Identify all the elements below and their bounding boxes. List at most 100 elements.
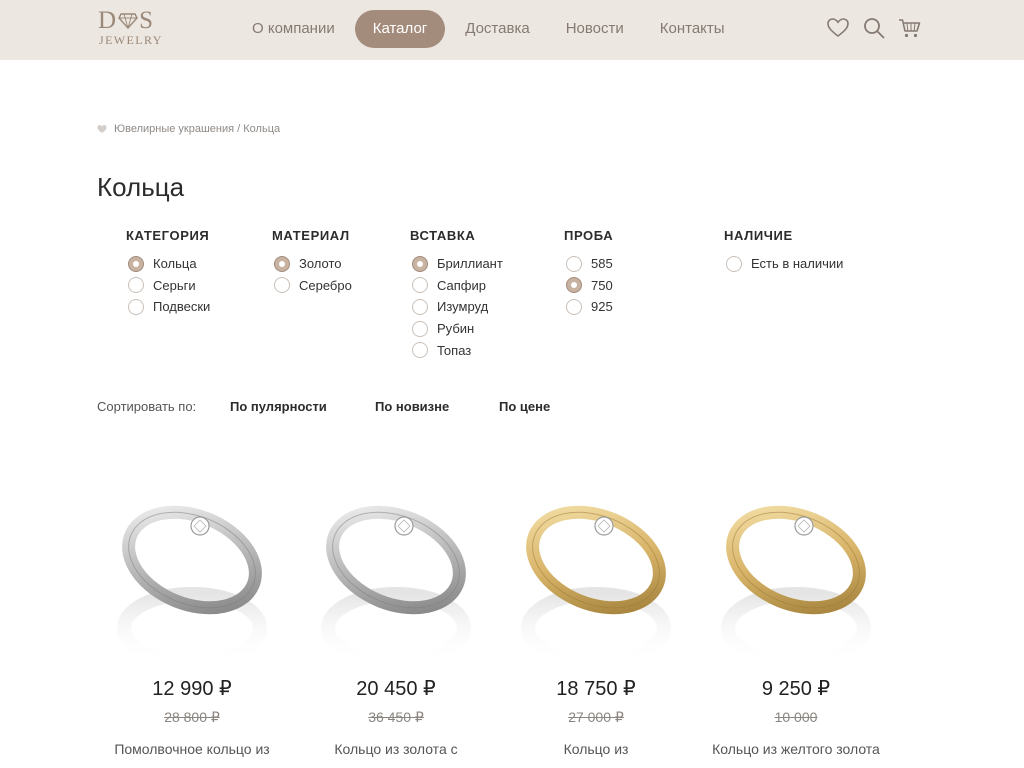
breadcrumb-separator: /: [234, 123, 244, 135]
filter-option-label: Изумруд: [437, 299, 489, 315]
filter-option-label: Кольца: [153, 256, 197, 272]
filter-option[interactable]: Золото: [274, 253, 352, 275]
filter-title: МАТЕРИАЛ: [272, 228, 350, 243]
sort-by-popularity[interactable]: По пулярности: [230, 399, 375, 414]
main-nav: О компании Каталог Доставка Новости Контакты: [236, 10, 745, 48]
cart-icon: [899, 19, 921, 38]
nav-about[interactable]: О компании: [236, 10, 351, 48]
filter-material: МАТЕРИАЛ Золото Серебро: [272, 228, 352, 296]
filter-option[interactable]: Рубин: [412, 318, 503, 340]
filter-option[interactable]: Подвески: [128, 296, 210, 318]
radio-unchecked[interactable]: [412, 320, 428, 337]
filter-option[interactable]: Топаз: [412, 339, 503, 361]
filter-option-label: 750: [591, 277, 613, 293]
filter-category: КАТЕГОРИЯ Кольца Серьги Подвески: [126, 228, 210, 318]
product-price: 9 250 ₽: [761, 678, 831, 700]
sort-label: Сортировать по:: [97, 399, 197, 414]
product-price: 12 990 ₽: [152, 678, 232, 700]
radio-unchecked[interactable]: [566, 298, 582, 315]
filter-insert: ВСТАВКА Бриллиант Сапфир Изумруд Рубин Топаз: [410, 228, 503, 361]
filter-title: КАТЕГОРИЯ: [126, 228, 210, 243]
filter-option[interactable]: Кольца: [128, 253, 210, 275]
filter-option[interactable]: Серьги: [128, 275, 210, 297]
sort-by-price[interactable]: По цене: [499, 399, 550, 414]
filter-title: НАЛИЧИЕ: [724, 228, 793, 243]
heart-icon: [827, 18, 849, 38]
breadcrumb-root[interactable]: Ювелирные украшения: [114, 123, 234, 135]
nav-contacts[interactable]: Контакты: [644, 10, 741, 48]
ring-image[interactable]: [92, 490, 292, 670]
filter-option[interactable]: Сапфир: [412, 275, 503, 297]
filter-option-label: Есть в наличии: [751, 256, 844, 272]
filter-option-label: Топаз: [437, 342, 472, 358]
filter-option-label: Золото: [299, 256, 342, 272]
radio-unchecked[interactable]: [128, 277, 144, 294]
product-name[interactable]: Кольцо из золота с: [286, 741, 506, 757]
filter-option-label: Серьги: [153, 277, 196, 293]
nav-news[interactable]: Новости: [550, 10, 640, 48]
filter-option-label: Бриллиант: [437, 256, 503, 272]
product-old-price: 36 450 ₽: [368, 709, 424, 725]
product-price: 18 750 ₽: [556, 678, 636, 700]
filter-option-label: 925: [591, 299, 613, 315]
product-price: 20 450 ₽: [356, 678, 436, 700]
filter-purity: ПРОБА 585 750 925: [564, 228, 613, 318]
product-card[interactable]: 18 750 ₽27 000 ₽ Кольцо из: [496, 490, 696, 757]
radio-checked[interactable]: [412, 255, 428, 272]
logo-mark: D S: [98, 7, 154, 34]
search-button[interactable]: [862, 16, 886, 40]
search-icon: [864, 18, 885, 39]
filter-option[interactable]: Изумруд: [412, 296, 503, 318]
filter-option-label: Серебро: [299, 277, 352, 293]
filter-option-label: 585: [591, 256, 613, 272]
filter-option[interactable]: Есть в наличии: [726, 253, 843, 275]
product-name[interactable]: Помолвочное кольцо из: [82, 741, 302, 757]
filter-title: ВСТАВКА: [410, 228, 476, 243]
radio-checked[interactable]: [128, 255, 144, 272]
header-icons: [826, 16, 934, 40]
radio-checked[interactable]: [566, 277, 582, 294]
ring-image[interactable]: [296, 490, 496, 670]
product-old-price: 10 000: [774, 709, 818, 725]
filter-option-label: Подвески: [153, 299, 211, 315]
radio-unchecked[interactable]: [128, 298, 144, 315]
filter-option[interactable]: Бриллиант: [412, 253, 503, 275]
product-old-price: 28 800 ₽: [164, 709, 220, 725]
favorites-button[interactable]: [826, 16, 850, 40]
logo[interactable]: D S JEWELRY: [98, 7, 168, 51]
nav-catalog[interactable]: Каталог: [354, 10, 446, 48]
radio-unchecked[interactable]: [412, 342, 428, 359]
nav-delivery[interactable]: Доставка: [449, 10, 545, 48]
ring-image[interactable]: [696, 490, 896, 670]
product-name[interactable]: Кольцо из желтого золота: [686, 741, 906, 757]
product-old-price: 27 000 ₽: [568, 709, 624, 725]
header: D S JEWELRY О компании Каталог Доставка Нов…: [0, 0, 1024, 60]
radio-unchecked[interactable]: [566, 255, 582, 272]
diamond-icon: [118, 13, 138, 29]
filter-title: ПРОБА: [564, 228, 614, 243]
filter-option[interactable]: Серебро: [274, 275, 352, 297]
filter-option[interactable]: 925: [566, 296, 613, 318]
radio-unchecked[interactable]: [412, 277, 428, 294]
logo-text: JEWELRY: [99, 33, 163, 47]
filter-option-label: Сапфир: [437, 277, 486, 293]
radio-unchecked[interactable]: [274, 277, 290, 294]
filter-option[interactable]: 750: [566, 275, 613, 297]
product-card[interactable]: 20 450 ₽36 450 ₽ Кольцо из золота с: [296, 490, 496, 757]
heart-icon: [97, 125, 107, 133]
filter-option-label: Рубин: [437, 321, 475, 337]
ring-image[interactable]: [496, 490, 696, 670]
filter-option[interactable]: 585: [566, 253, 613, 275]
page-title: Кольца: [97, 172, 185, 202]
product-name[interactable]: Кольцо из: [486, 741, 706, 757]
radio-checked[interactable]: [274, 255, 290, 272]
breadcrumb-current: Кольца: [243, 123, 281, 135]
radio-unchecked[interactable]: [726, 255, 742, 272]
breadcrumb: Ювелирные украшения / Кольца: [97, 123, 280, 135]
radio-unchecked[interactable]: [412, 298, 428, 315]
cart-button[interactable]: [898, 16, 922, 40]
sort-by-newest[interactable]: По новизне: [375, 399, 499, 414]
sort-bar: Сортировать по: По пулярности По новизне…: [97, 399, 550, 414]
product-card[interactable]: 9 250 ₽10 000 Кольцо из желтого золота: [696, 490, 896, 757]
product-card[interactable]: 12 990 ₽28 800 ₽ Помолвочное кольцо из: [92, 490, 292, 757]
